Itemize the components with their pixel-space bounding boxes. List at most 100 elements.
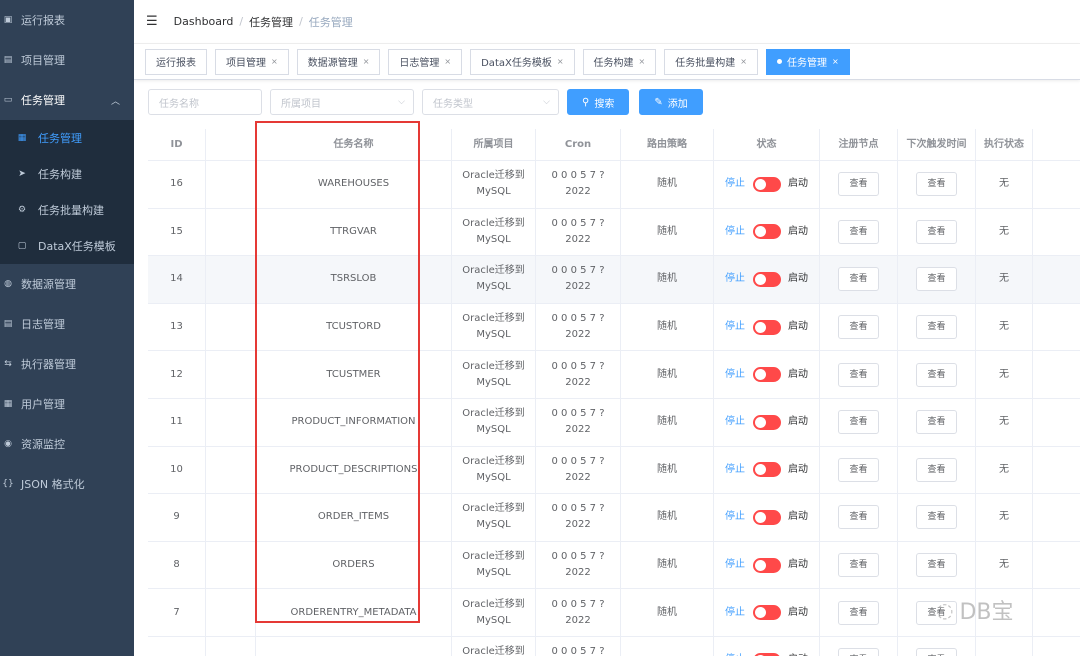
status-switch[interactable]	[753, 271, 781, 287]
view-next-trigger-button[interactable]: 查看	[916, 505, 957, 530]
sidebar-item-logs[interactable]: ▤ 日志管理	[0, 304, 134, 344]
tag-2[interactable]: 数据源管理 ×	[296, 48, 381, 75]
sidebar-item-datasource[interactable]: ◍ 数据源管理	[0, 264, 134, 304]
cell-cron: 0 0 0 5 7 ? 2022	[536, 256, 621, 303]
tag-0[interactable]: 运行报表	[145, 48, 207, 75]
tag-label: 任务批量构建	[675, 58, 736, 69]
status-switch[interactable]	[753, 414, 781, 430]
close-icon[interactable]: ×	[740, 57, 747, 66]
close-icon[interactable]: ×	[639, 57, 646, 66]
table-row[interactable]: 12 TCUSTMER Oracle迁移到MySQL 0 0 0 5 7 ? 2022…	[148, 351, 1080, 399]
view-next-trigger-button[interactable]: 查看	[916, 457, 957, 482]
close-icon[interactable]: ×	[557, 57, 564, 66]
stop-link[interactable]: 停止	[725, 367, 745, 383]
stop-link[interactable]: 停止	[725, 605, 745, 621]
cell-project: Oracle迁移到MySQL	[452, 446, 536, 494]
sidebar-item-label: 运行报表	[21, 14, 65, 27]
view-next-trigger-button[interactable]: 查看	[916, 410, 957, 435]
view-node-button[interactable]: 查看	[838, 600, 879, 625]
stop-link[interactable]: 停止	[725, 652, 745, 656]
sidebar-item-tasks[interactable]: ▭ 任务管理 ︿	[0, 80, 134, 120]
table-row[interactable]: 11 PRODUCT_INFORMATION Oracle迁移到MySQL 0 0 0…	[148, 398, 1080, 447]
view-node-button[interactable]: 查看	[838, 315, 879, 340]
view-node-button[interactable]: 查看	[838, 267, 879, 292]
start-label: 启动	[788, 321, 808, 333]
status-switch[interactable]	[753, 605, 781, 621]
view-node-button[interactable]: 查看	[838, 648, 879, 656]
view-next-trigger-button[interactable]: 查看	[916, 219, 957, 244]
status-switch[interactable]	[753, 462, 781, 478]
view-next-trigger-button[interactable]: 查看	[916, 362, 957, 387]
stop-link[interactable]: 停止	[725, 176, 745, 192]
close-icon[interactable]: ×	[271, 57, 278, 66]
sidebar-item-task-build[interactable]: ➤ 任务构建	[0, 156, 134, 192]
sidebar-item-datax-template[interactable]: ▢ DataX任务模板	[0, 228, 134, 264]
tag-3[interactable]: 日志管理 ×	[388, 48, 463, 75]
sidebar-item-resource-monitor[interactable]: ◉ 资源监控	[0, 424, 134, 464]
table-header: ID 任务名称 所属项目 Cron 路由策略 状态 注册节点 下次触发时间 执行…	[148, 129, 1080, 161]
view-node-button[interactable]: 查看	[838, 505, 879, 530]
view-node-button[interactable]: 查看	[838, 219, 879, 244]
view-next-trigger-button[interactable]: 查看	[916, 172, 957, 197]
status-switch[interactable]	[753, 224, 781, 240]
hamburger-icon[interactable]: ☰	[146, 14, 158, 29]
cell-cron: 0 0 0 5 7 ? 2022	[536, 208, 621, 256]
status-switch[interactable]	[753, 557, 781, 573]
project-select[interactable]: 所属项目 ⌵	[270, 89, 414, 115]
view-next-trigger-button[interactable]: 查看	[916, 648, 957, 656]
table-row[interactable]: 10 PRODUCT_DESCRIPTIONS Oracle迁移到MySQL 0 0 …	[148, 446, 1080, 495]
breadcrumb-dashboard[interactable]: Dashboard	[174, 15, 234, 28]
cell-next-trigger: 查看	[898, 208, 976, 256]
tag-label: 任务构建	[593, 58, 634, 69]
close-icon[interactable]: ×	[444, 57, 451, 66]
stop-link[interactable]: 停止	[725, 462, 745, 478]
sidebar-item-label: 日志管理	[21, 318, 65, 331]
view-node-button[interactable]: 查看	[838, 553, 879, 578]
stop-link[interactable]: 停止	[725, 509, 745, 525]
cell-node: 查看	[820, 208, 898, 256]
table-row[interactable]: 13 TCUSTORD Oracle迁移到MySQL 0 0 0 5 7 ? 2022…	[148, 303, 1080, 352]
view-next-trigger-button[interactable]: 查看	[916, 553, 957, 578]
status-switch[interactable]	[753, 509, 781, 525]
add-button[interactable]: ✎ 添加	[639, 89, 703, 115]
task-type-select[interactable]: 任务类型 ⌵	[422, 89, 559, 115]
stop-link[interactable]: 停止	[725, 319, 745, 335]
breadcrumb-task-management[interactable]: 任务管理	[249, 14, 293, 30]
tag-4[interactable]: DataX任务模板 ×	[470, 48, 575, 75]
view-node-button[interactable]: 查看	[838, 457, 879, 482]
sidebar-item-users[interactable]: ▦ 用户管理	[0, 384, 134, 424]
view-node-button[interactable]: 查看	[838, 172, 879, 197]
stop-link[interactable]: 停止	[725, 557, 745, 573]
view-node-button[interactable]: 查看	[838, 362, 879, 387]
sidebar-item-json-format[interactable]: {} JSON 格式化	[0, 464, 134, 504]
view-node-button[interactable]: 查看	[838, 410, 879, 435]
cell-id: 8	[148, 541, 206, 589]
search-button[interactable]: ⚲ 搜索	[567, 89, 630, 115]
stop-link[interactable]: 停止	[725, 271, 745, 287]
tag-7[interactable]: 任务管理 ×	[765, 48, 850, 75]
table-row[interactable]: 16 WAREHOUSES Oracle迁移到MySQL 0 0 0 5 7 ? 20…	[148, 161, 1080, 209]
tag-1[interactable]: 项目管理 ×	[215, 48, 289, 75]
table-row[interactable]: 9 ORDER_ITEMS Oracle迁移到MySQL 0 0 0 5 7 ? 20…	[148, 494, 1080, 542]
view-next-trigger-button[interactable]: 查看	[916, 315, 957, 340]
sidebar-item-report[interactable]: ▣ 运行报表	[0, 0, 134, 40]
sidebar-item-executor[interactable]: ⇆ 执行器管理	[0, 344, 134, 384]
close-icon[interactable]: ×	[363, 57, 370, 66]
table-row[interactable]: 15 TTRGVAR Oracle迁移到MySQL 0 0 0 5 7 ? 2022 随…	[148, 208, 1080, 257]
status-switch[interactable]	[753, 176, 781, 192]
tag-5[interactable]: 任务构建 ×	[582, 48, 657, 75]
sidebar-item-task-manage[interactable]: ▦ 任务管理	[0, 120, 134, 156]
sidebar-item-projects[interactable]: ▤ 项目管理	[0, 40, 134, 80]
tag-6[interactable]: 任务批量构建 ×	[664, 48, 758, 75]
table-row[interactable]: Oracle迁移到M0 0 0 5 7 ? 202 停止 启动 查看 查看	[148, 636, 1080, 656]
stop-link[interactable]: 停止	[725, 414, 745, 430]
table-row[interactable]: 14 TSRSLOB Oracle迁移到MySQL 0 0 0 5 7 ? 2022 随…	[148, 256, 1080, 304]
close-icon[interactable]: ×	[832, 57, 839, 66]
status-switch[interactable]	[753, 367, 781, 383]
view-next-trigger-button[interactable]: 查看	[916, 267, 957, 292]
status-switch[interactable]	[753, 319, 781, 335]
table-row[interactable]: 8 ORDERS Oracle迁移到MySQL 0 0 0 5 7 ? 2022 随机停…	[148, 541, 1080, 590]
sidebar-item-task-batch-build[interactable]: ⚙ 任务批量构建	[0, 192, 134, 228]
stop-link[interactable]: 停止	[725, 224, 745, 240]
task-name-input[interactable]: 任务名称	[148, 89, 262, 115]
